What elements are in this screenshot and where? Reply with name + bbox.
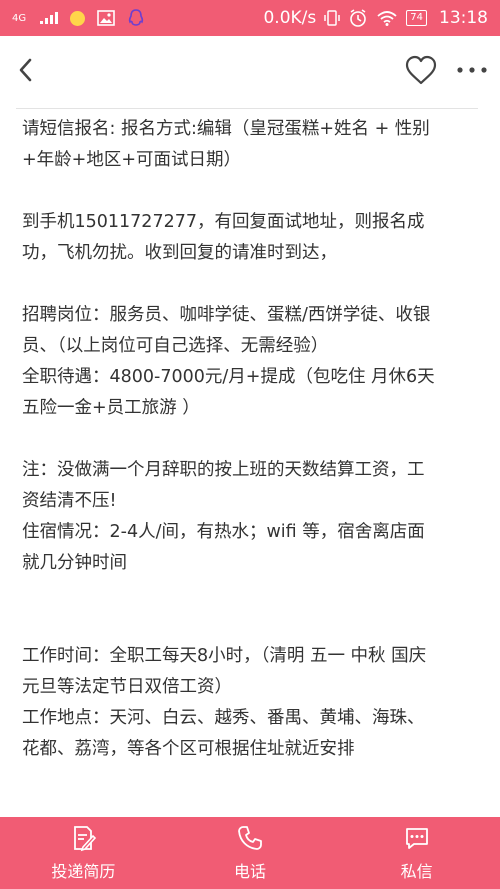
wifi-icon: [377, 11, 397, 26]
message-icon: [405, 828, 428, 849]
text-line: 工作地点：天河、白云、越秀、番禺、黄埔、海珠、: [22, 708, 425, 728]
text-line: 元旦等法定节日双倍工资）: [22, 677, 232, 697]
signal-icon: [40, 12, 59, 24]
chevron-left-icon: [19, 58, 32, 82]
phone-icon: [238, 826, 262, 850]
phone-button[interactable]: 电话: [167, 817, 334, 889]
tab-label: 私信: [400, 862, 433, 881]
text-line: 员、（以上岗位可自己选择、无需经验）: [22, 336, 329, 356]
network-speed: 0.0K/s: [263, 8, 317, 28]
network-label: 4G: [12, 12, 27, 24]
text-line: 招聘岗位：服务员、咖啡学徒、蛋糕/西饼学徒、收银: [22, 305, 431, 325]
battery-indicator: 74: [406, 10, 427, 26]
resume-edit-icon: [74, 826, 97, 852]
clock: 13:18: [439, 8, 488, 28]
message-button[interactable]: 私信: [333, 817, 500, 889]
vibrate-icon: [324, 10, 341, 26]
text-line: 资结清不压!: [22, 491, 117, 511]
text-line: 花都、荔湾，等各个区可根据住址就近安排: [22, 739, 355, 759]
text-line: 到手机15011727277，有回复面试地址，则报名成: [22, 212, 425, 232]
job-description: 请短信报名: 报名方式:编辑（皇冠蛋糕+姓名 + 性别 +年龄+地区+可面试日期…: [22, 114, 486, 817]
bottom-action-bar: 投递简历 电话 私信: [0, 817, 500, 889]
text-line: +年龄+地区+可面试日期）: [22, 150, 241, 170]
qq-icon: [128, 9, 144, 26]
text-line: 住宿情况：2-4人/间，有热水；wifi 等，宿舍离店面: [22, 522, 425, 542]
image-notification-icon: [97, 10, 115, 26]
back-button[interactable]: [12, 56, 40, 84]
alarm-icon: [350, 9, 367, 27]
tab-label: 投递简历: [51, 862, 116, 881]
text-line: 请短信报名: 报名方式:编辑（皇冠蛋糕+姓名 + 性别: [22, 119, 430, 139]
text-line: 就几分钟时间: [22, 553, 127, 573]
heart-outline-icon[interactable]: [404, 55, 438, 85]
text-line: 全职待遇：4800-7000元/月+提成（包吃住 月休6天: [22, 367, 435, 387]
header-divider: [16, 108, 478, 109]
more-dots-icon[interactable]: [456, 65, 488, 75]
text-line: 功，飞机勿扰。收到回复的请准时到达，: [22, 243, 337, 263]
notification-dot-icon: [70, 10, 86, 26]
status-bar: 4G 0.0K/s 74 13:18: [0, 0, 500, 36]
top-navigation: [0, 36, 500, 104]
text-line: 注：没做满一个月辞职的按上班的天数结算工资，工: [22, 460, 425, 480]
submit-resume-button[interactable]: 投递简历: [0, 817, 167, 889]
tab-label: 电话: [234, 862, 267, 881]
text-line: 五险一金+员工旅游 ）: [22, 398, 200, 418]
text-line: 工作时间：全职工每天8小时，（清明 五一 中秋 国庆: [22, 646, 427, 666]
